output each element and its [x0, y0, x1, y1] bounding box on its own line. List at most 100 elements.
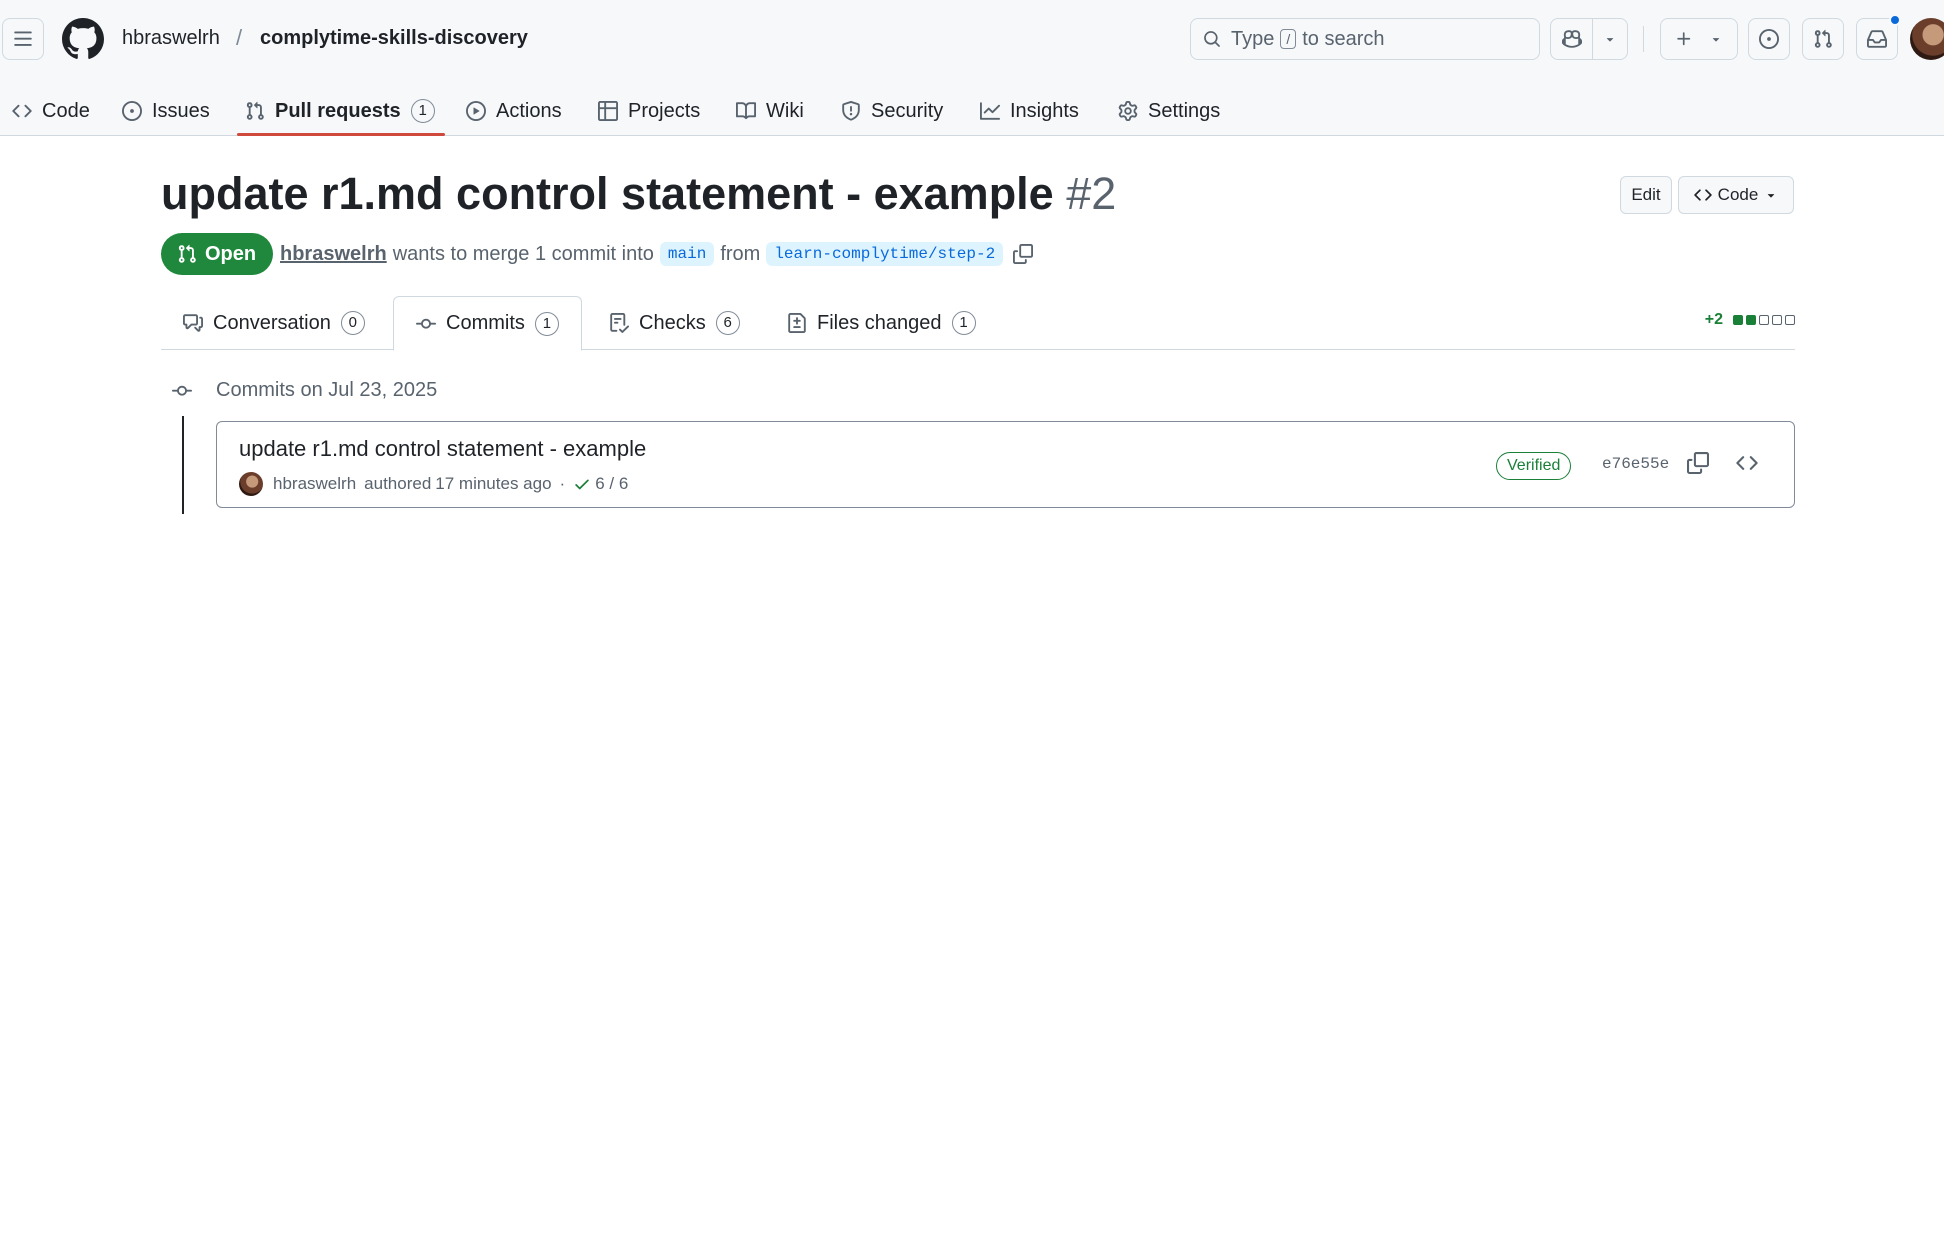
tab-actions[interactable]: Actions	[458, 86, 570, 136]
tab-label: Code	[42, 99, 90, 122]
your-pull-requests-button[interactable]	[1802, 18, 1844, 60]
copy-icon[interactable]	[1013, 244, 1034, 264]
checks-summary[interactable]: 6 / 6	[595, 474, 628, 494]
page-title: update r1.md control statement - example…	[161, 168, 1116, 220]
copilot-menu-button[interactable]	[1593, 19, 1627, 59]
tab-label: Issues	[152, 99, 210, 122]
header-divider	[1643, 26, 1644, 52]
inbox-icon	[1867, 29, 1887, 49]
from-text: from	[720, 242, 761, 265]
pr-meta: hbraswelrh wants to merge 1 commit into …	[280, 238, 1034, 270]
commit-time: 17 minutes ago	[435, 474, 552, 493]
breadcrumb-separator: /	[236, 25, 243, 50]
copilot-button-group	[1550, 18, 1628, 60]
pull-requests-count: 1	[410, 99, 435, 123]
commits-count: 1	[534, 311, 559, 336]
author-link[interactable]: hbraswelrh	[280, 243, 387, 266]
diffstat-blocks	[1733, 315, 1795, 325]
timeline-line	[182, 416, 184, 514]
status-label: Open	[205, 242, 257, 265]
code-dropdown-button[interactable]: Code	[1678, 176, 1794, 214]
tab-label: Actions	[496, 99, 562, 122]
plus-icon	[1675, 30, 1693, 48]
file-diff-icon	[787, 313, 807, 333]
issue-opened-icon	[1759, 29, 1779, 49]
tab-label: Checks	[639, 311, 706, 334]
diffstat-additions: +2	[1704, 311, 1723, 328]
git-pull-request-icon	[177, 244, 197, 264]
edit-title-button[interactable]: Edit	[1620, 176, 1672, 214]
commit-group-date: Commits on Jul 23, 2025	[216, 379, 438, 401]
table-icon	[598, 101, 618, 121]
triangle-down-icon	[1764, 188, 1778, 202]
git-pull-request-icon	[245, 101, 265, 121]
commit-sha-link[interactable]: e76e55e	[1602, 455, 1669, 473]
git-commit-icon	[172, 381, 192, 401]
tab-insights[interactable]: Insights	[972, 86, 1087, 136]
separator-dot: ·	[559, 474, 566, 493]
tab-settings[interactable]: Settings	[1110, 86, 1228, 136]
checklist-icon	[609, 313, 629, 333]
diffstat-block	[1785, 315, 1795, 325]
verified-badge[interactable]: Verified	[1496, 452, 1572, 480]
search-icon	[1203, 30, 1221, 48]
diffstat: +2	[1705, 311, 1795, 329]
tab-commits[interactable]: Commits 1	[393, 296, 582, 351]
tab-code[interactable]: Code	[4, 86, 98, 136]
tab-security[interactable]: Security	[833, 86, 951, 136]
play-icon	[466, 101, 486, 121]
checks-count: 6	[715, 311, 740, 335]
breadcrumb-repo-link[interactable]: complytime-skills-discovery	[260, 27, 528, 50]
git-pull-request-icon	[1813, 29, 1833, 49]
tab-label: Commits	[446, 312, 525, 334]
diffstat-block	[1746, 315, 1756, 325]
tab-pull-requests[interactable]: Pull requests 1	[237, 86, 445, 136]
tab-label: Wiki	[766, 99, 804, 122]
unread-notification-dot	[1889, 14, 1901, 26]
github-logo-icon[interactable]	[62, 18, 104, 60]
list-item: update r1.md control statement - example…	[216, 421, 1795, 508]
commit-message-link[interactable]: update r1.md control statement - example	[239, 436, 646, 462]
code-icon	[12, 101, 32, 121]
graph-icon	[980, 101, 1000, 121]
tab-conversation[interactable]: Conversation 0	[161, 296, 387, 350]
tab-wiki[interactable]: Wiki	[728, 86, 812, 136]
search-shortcut-key: /	[1280, 29, 1297, 49]
global-header: hbraswelrh / complytime-skills-discovery…	[0, 0, 1944, 136]
your-issues-button[interactable]	[1748, 18, 1790, 60]
merge-text: wants to merge 1 commit into	[392, 242, 654, 265]
tab-label: Security	[871, 99, 944, 122]
tab-label: Settings	[1148, 99, 1221, 122]
breadcrumb-owner-link[interactable]: hbraswelrh	[122, 27, 220, 50]
user-avatar[interactable]	[1910, 18, 1944, 60]
tab-projects[interactable]: Projects	[590, 86, 708, 136]
head-branch[interactable]: learn-complytime/step-2	[766, 242, 1004, 266]
repo-nav: Code Issues Pull requests 1 Actions Proj…	[0, 86, 1944, 136]
tab-label: Insights	[1010, 99, 1079, 122]
search-placeholder-suffix: to search	[1302, 27, 1385, 50]
code-button-label: Code	[1717, 185, 1759, 204]
gear-icon	[1118, 101, 1138, 121]
tab-label: Files changed	[817, 311, 942, 334]
copilot-icon	[1561, 29, 1582, 49]
git-commit-icon	[416, 314, 436, 334]
tab-issues[interactable]: Issues	[114, 86, 218, 136]
search-input[interactable]: Type / to search	[1190, 18, 1540, 60]
copilot-button[interactable]	[1551, 19, 1593, 59]
base-branch[interactable]: main	[659, 242, 715, 266]
tab-label: Projects	[628, 99, 701, 122]
tab-files-changed[interactable]: Files changed 1	[765, 296, 998, 350]
pr-number: #2	[1066, 168, 1117, 219]
hamburger-menu-button[interactable]	[2, 18, 44, 60]
tab-label: Conversation	[213, 311, 331, 334]
commit-author-link[interactable]: hbraswelrh	[273, 474, 356, 494]
comment-discussion-icon	[183, 313, 203, 333]
pr-title-text: update r1.md control statement - example	[161, 168, 1054, 219]
create-new-button[interactable]	[1660, 18, 1738, 60]
check-icon[interactable]	[573, 475, 591, 493]
avatar[interactable]	[239, 472, 263, 496]
copy-icon[interactable]	[1687, 452, 1709, 474]
code-icon[interactable]	[1736, 452, 1758, 474]
tab-checks[interactable]: Checks 6	[587, 296, 762, 350]
search-placeholder-prefix: Type	[1231, 27, 1275, 50]
